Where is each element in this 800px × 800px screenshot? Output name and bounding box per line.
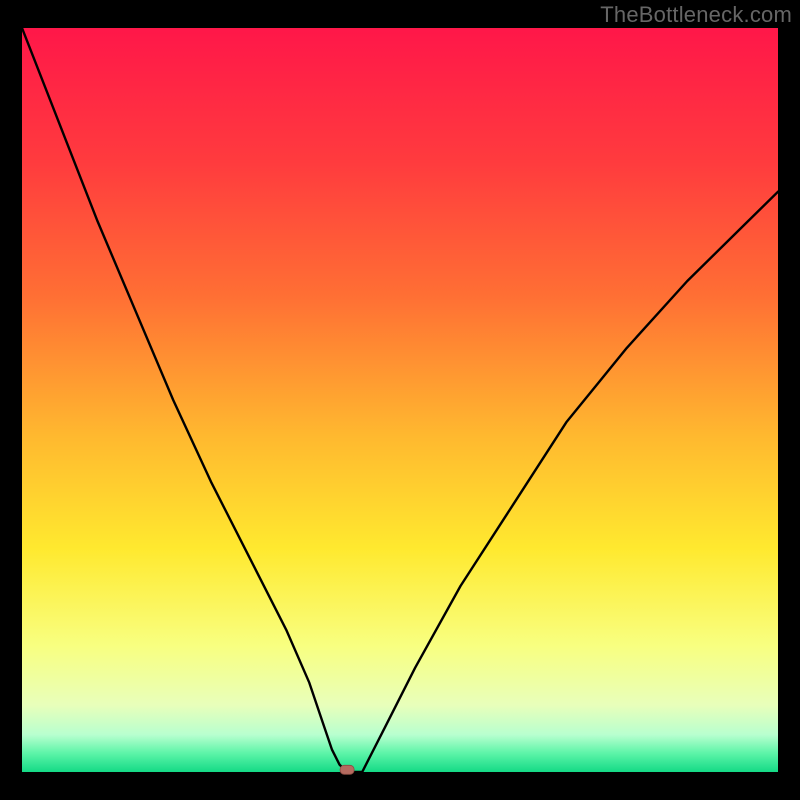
chart-frame: TheBottleneck.com <box>0 0 800 800</box>
watermark-text: TheBottleneck.com <box>600 2 792 28</box>
gradient-background <box>22 28 778 772</box>
bottleneck-plot <box>0 0 800 800</box>
minimum-marker <box>340 765 354 774</box>
